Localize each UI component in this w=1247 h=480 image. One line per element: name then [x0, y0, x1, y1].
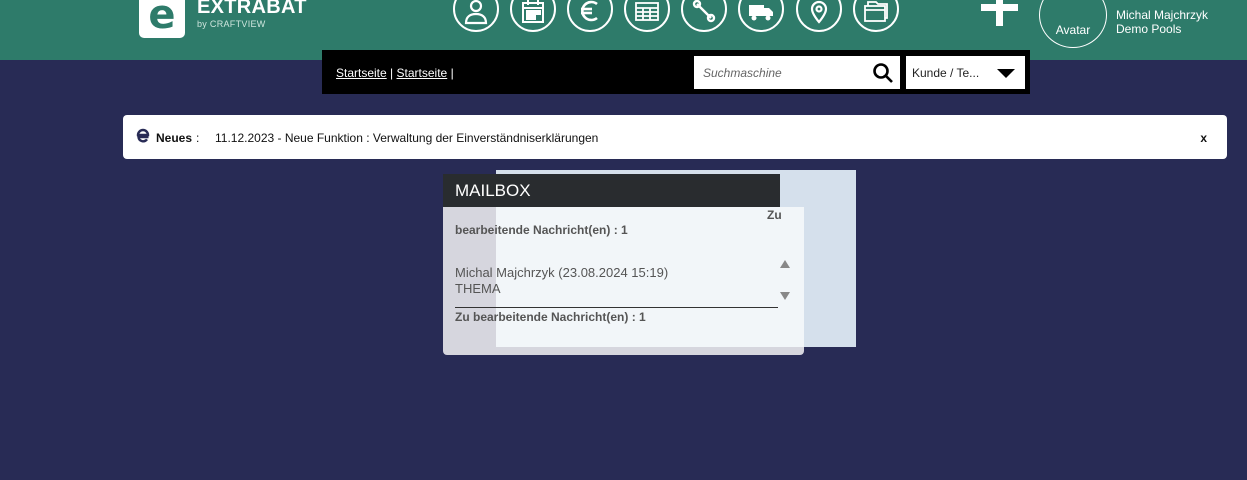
- brand-subtitle: by CRAFTVIEW: [197, 19, 266, 29]
- company-name: Demo Pools: [1116, 22, 1182, 36]
- truck-icon[interactable]: [738, 0, 784, 32]
- mailbox-count-footer: Zu bearbeitende Nachricht(en) : 1: [455, 310, 646, 324]
- location-pin-icon[interactable]: [796, 0, 842, 32]
- message-sender: Michal Majchrzyk (23.08.2024 15:19): [455, 265, 669, 280]
- mailbox-count: bearbeitende Nachricht(en) : 1: [455, 223, 628, 237]
- breadcrumb-link-home-2[interactable]: Startseite: [397, 66, 448, 80]
- message-subject: THEMA: [455, 281, 501, 296]
- calendar-icon[interactable]: [510, 0, 556, 32]
- extrabat-e-icon: [136, 128, 150, 143]
- breadcrumb-link-home[interactable]: Startseite: [336, 66, 387, 80]
- brand-name: EXTRABAT: [197, 0, 307, 18]
- news-banner: Neues : 11.12.2023 - Neue Funktion : Ver…: [123, 115, 1227, 159]
- tools-icon[interactable]: [681, 0, 727, 32]
- extrabat-logo[interactable]: e: [139, 0, 185, 38]
- scroll-down-icon[interactable]: [780, 292, 790, 300]
- folders-icon[interactable]: [853, 0, 899, 32]
- scroll-up-icon[interactable]: [780, 260, 790, 268]
- mailbox-title: MAILBOX: [443, 174, 780, 207]
- logo-letter: e: [148, 0, 176, 38]
- avatar-label: Avatar: [1055, 23, 1091, 37]
- breadcrumb-separator: |: [450, 66, 454, 80]
- search-scope-select[interactable]: Kunde / Te...: [906, 56, 1025, 89]
- avatar[interactable]: Avatar: [1039, 0, 1107, 48]
- divider: [455, 307, 778, 308]
- euro-icon[interactable]: [567, 0, 613, 32]
- search-input[interactable]: [694, 56, 864, 89]
- add-plus-icon[interactable]: [979, 0, 1019, 32]
- breadcrumb: Startseite | Startseite |: [336, 66, 454, 80]
- search-icon[interactable]: [872, 62, 894, 84]
- mailbox-message[interactable]: Michal Majchrzyk (23.08.2024 15:19) THEM…: [455, 265, 668, 297]
- breadcrumb-search-bar: Startseite | Startseite | Kunde / Te...: [322, 50, 1030, 94]
- news-label: Neues: [156, 131, 193, 145]
- spreadsheet-icon[interactable]: [624, 0, 670, 32]
- mailbox-zu-label: Zu: [767, 208, 782, 222]
- news-separator: :: [196, 131, 200, 145]
- user-info[interactable]: Michal Majchrzyk Demo Pools: [1116, 8, 1208, 36]
- search-scope-value: Kunde / Te...: [912, 66, 980, 80]
- close-news-button[interactable]: x: [1200, 131, 1207, 145]
- chevron-down-icon: [997, 69, 1015, 78]
- search-box: [694, 56, 900, 89]
- user-menu-icons[interactable]: [1116, 0, 1196, 6]
- news-text: 11.12.2023 - Neue Funktion : Verwaltung …: [215, 131, 599, 145]
- breadcrumb-separator: |: [390, 66, 394, 80]
- user-name: Michal Majchrzyk: [1116, 8, 1209, 22]
- user-icon[interactable]: [453, 0, 499, 32]
